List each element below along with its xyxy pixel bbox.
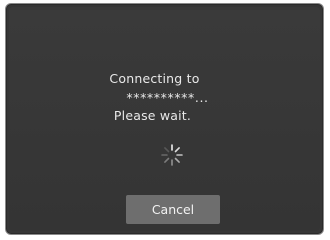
loading-spinner-icon [161, 144, 183, 166]
cancel-button[interactable]: Cancel [126, 195, 220, 224]
please-wait-label: Please wait. [113, 108, 192, 123]
network-name-masked: **********... [126, 90, 209, 105]
connecting-to-label: Connecting to [109, 71, 200, 86]
connecting-dialog: Connecting to **********... Please wait.… [5, 3, 324, 235]
